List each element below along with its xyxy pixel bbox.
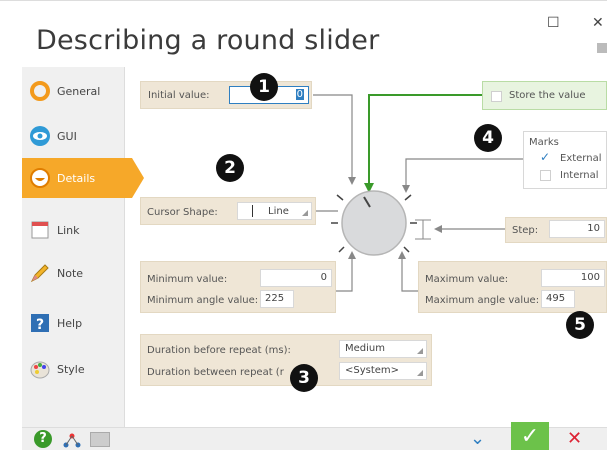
callout-badge-3: 3 [290,364,318,392]
marks-title: Marks [529,137,559,148]
svg-text:?: ? [36,317,44,333]
network-icon[interactable] [62,431,82,450]
internal-label: Internal [560,170,599,181]
dropdown-arrow-icon [417,370,423,376]
repeat-before-combo[interactable]: Medium [339,340,427,358]
sidebar-item-label: Help [57,316,83,330]
line-cursor-icon [252,205,253,217]
maximum-value-input[interactable]: 100 [541,269,605,287]
maximum-angle-input[interactable]: 495 [541,290,575,308]
sidebar-item-gui[interactable]: GUI [22,116,125,156]
orange-ring-icon [28,79,52,103]
repeat-between-combo[interactable]: <System> [339,362,427,380]
maximum-angle-label: Maximum angle value: [425,295,540,306]
sidebar-item-help[interactable]: ? Help [22,303,125,343]
store-value-checkbox[interactable] [491,91,502,102]
cursor-shape-value: Line [268,206,289,217]
store-value-box: Store the value [482,81,607,110]
initial-value-label: Initial value: [148,90,210,101]
sidebar-item-note[interactable]: Note [22,253,125,293]
sidebar-item-general[interactable]: General [22,71,125,111]
sidebar-item-label: Style [57,362,85,376]
calendar-icon [28,218,52,242]
repeat-between-label: Duration between repeat (r [147,367,284,378]
step-input[interactable]: 10 [549,220,605,238]
chevron-down-icon[interactable]: ⌄ [470,428,485,450]
dialog-title: Describing a round slider [36,25,380,56]
cancel-button[interactable]: ✕ [567,428,582,450]
sidebar-item-label: Link [57,223,80,237]
maximum-value-label: Maximum value: [425,274,509,285]
dropdown-arrow-icon [302,210,308,216]
dialog-window: Describing a round slider ☐ ✕ General GU… [0,0,607,450]
help-icon: ? [28,311,52,335]
screen-icon[interactable] [90,432,110,447]
callout-badge-2: 2 [216,154,244,182]
cursor-shape-combo[interactable]: Line [237,202,312,220]
minimum-angle-input[interactable]: 225 [260,290,294,308]
help-icon[interactable]: ? [34,430,52,448]
minimum-value-label: Minimum value: [147,274,228,285]
callout-badge-1: 1 [250,73,278,101]
sidebar-item-style[interactable]: Style [22,349,125,389]
external-label: External [560,153,602,164]
step-label: Step: [512,225,539,236]
sidebar-item-label: GUI [57,129,77,143]
eye-icon [28,124,52,148]
palette-icon [28,357,52,381]
minimum-angle-label: Minimum angle value: [147,295,259,306]
sidebar-item-label: Note [57,266,84,280]
initial-value-text: 0 [295,89,304,100]
sidebar-item-details[interactable]: Details [22,158,144,198]
sidebar-item-label: Details [57,171,96,185]
resize-icon [597,43,607,53]
marks-box: Marks ✓ External Internal [523,131,607,189]
sidebar-item-label: General [57,84,101,98]
maximize-button[interactable]: ☐ [547,15,560,31]
sidebar: General GUI Details Link Note ? Help Sty… [22,67,144,427]
repeat-before-value: Medium [345,343,385,354]
footer-bar: ? ⌄ ✓ ✕ [22,422,607,450]
external-checkmark-icon[interactable]: ✓ [540,150,550,164]
minimum-value-input[interactable]: 0 [260,269,332,287]
ok-button[interactable]: ✓ [511,422,549,450]
pencil-icon [28,261,52,285]
close-window-button[interactable]: ✕ [592,15,604,31]
sidebar-item-link[interactable]: Link [22,210,125,250]
store-value-label: Store the value [509,90,586,101]
smiley-icon [28,166,52,190]
repeat-before-label: Duration before repeat (ms): [147,345,291,356]
callout-badge-5: 5 [566,311,594,339]
cursor-shape-label: Cursor Shape: [147,207,218,218]
dropdown-arrow-icon [417,348,423,354]
callout-badge-4: 4 [474,124,502,152]
internal-checkbox[interactable] [540,170,551,181]
repeat-between-value: <System> [345,365,400,376]
